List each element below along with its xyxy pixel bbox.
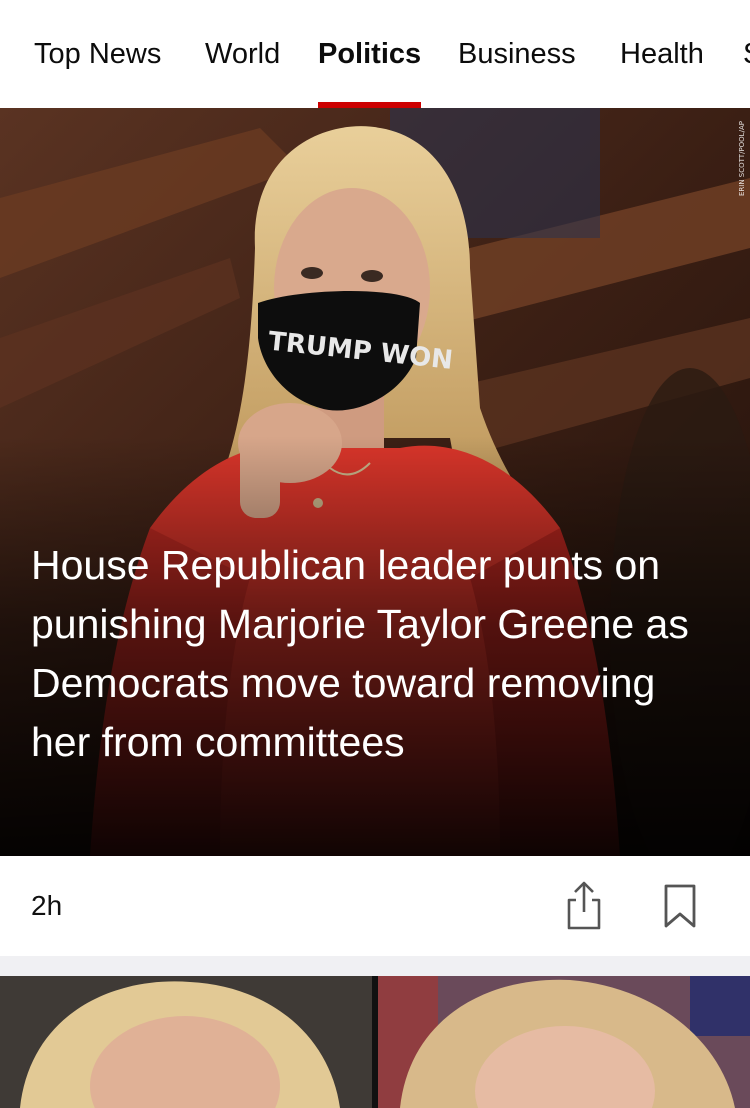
next-story-card[interactable] xyxy=(0,976,750,1108)
tab-label: Health xyxy=(620,37,704,70)
hero-headline[interactable]: House Republican leader punts on punishi… xyxy=(31,536,691,772)
tab-label: S xyxy=(743,38,750,71)
tab-label: Top News xyxy=(34,37,162,70)
tab-business[interactable]: Business xyxy=(458,0,576,108)
tab-world[interactable]: World xyxy=(205,0,280,108)
tab-label: Politics xyxy=(318,37,422,70)
tab-partial[interactable]: S xyxy=(743,0,750,108)
tab-health[interactable]: Health xyxy=(620,0,704,108)
story-divider xyxy=(0,956,750,976)
tab-politics[interactable]: Politics xyxy=(318,0,422,108)
tab-label: World xyxy=(205,37,281,70)
bookmark-icon[interactable] xyxy=(652,878,708,934)
share-icon[interactable] xyxy=(556,878,612,934)
story-action-bar: 2h xyxy=(0,856,750,956)
hero-story[interactable]: TRUMP WON ERIN SCOTT/POOL/AP House Repub… xyxy=(0,108,750,856)
tab-label: Business xyxy=(458,37,576,70)
section-tab-bar: Top News World Politics Business Health … xyxy=(0,0,750,108)
tab-top-news[interactable]: Top News xyxy=(34,0,161,108)
next-story-photo xyxy=(0,976,750,1108)
photo-credit: ERIN SCOTT/POOL/AP xyxy=(738,121,746,196)
story-timestamp: 2h xyxy=(31,890,63,921)
